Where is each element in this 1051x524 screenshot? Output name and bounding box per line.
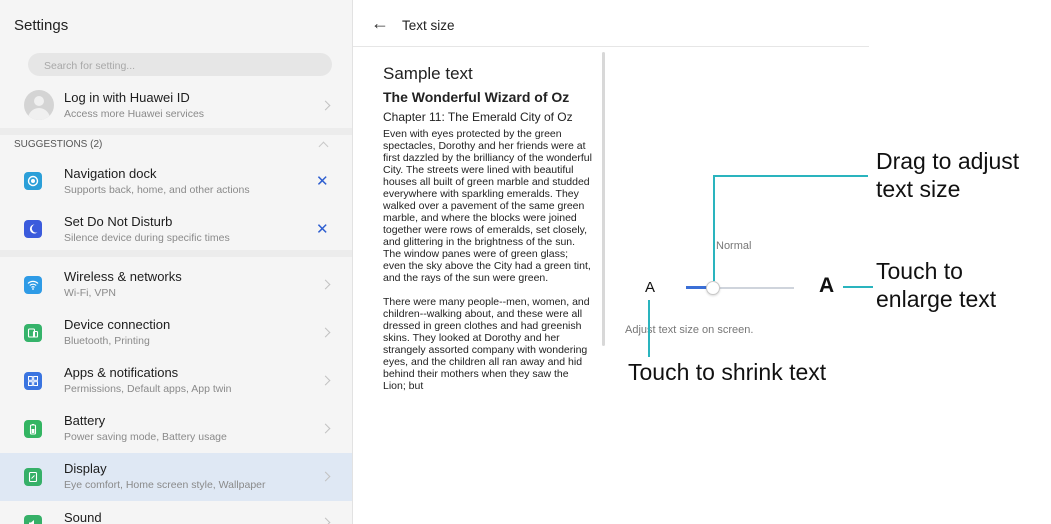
sample-chapter-title: Chapter 11: The Emerald City of Oz: [383, 110, 573, 124]
sample-text-label: Sample text: [383, 64, 473, 83]
settings-item-title: Display: [64, 461, 107, 476]
chevron-right-icon: [320, 279, 331, 290]
search-input[interactable]: [42, 53, 326, 78]
chevron-right-icon: [320, 327, 331, 338]
settings-item-device-connection[interactable]: Device connection Bluetooth, Printing: [0, 310, 352, 356]
divider: [0, 128, 352, 135]
shrink-text-button[interactable]: A: [645, 279, 655, 296]
sample-text-preview: Sample text The Wonderful Wizard of Oz C…: [383, 64, 593, 404]
settings-item-battery[interactable]: Battery Power saving mode, Battery usage: [0, 406, 352, 452]
navigation-dock-icon: [24, 172, 42, 190]
avatar: [24, 90, 54, 120]
sample-paragraph: There were many people--men, women, and …: [383, 296, 590, 392]
settings-item-title: Wireless & networks: [64, 269, 182, 284]
callout-line: [648, 300, 650, 357]
settings-pane: Settings Log in with Huawei ID Access mo…: [0, 0, 352, 524]
callout-line: [713, 175, 715, 281]
chevron-right-icon: [320, 375, 331, 386]
sample-paragraph: Even with eyes protected by the green sp…: [383, 128, 592, 284]
settings-item-subtitle: Permissions, Default apps, App twin: [64, 383, 232, 395]
suggestion-subtitle: Silence device during specific times: [64, 232, 230, 244]
account-row[interactable]: Log in with Huawei ID Access more Huawei…: [0, 84, 352, 130]
apps-icon: [24, 372, 42, 390]
sample-book-title: The Wonderful Wizard of Oz: [383, 89, 570, 105]
callout-line: [713, 175, 868, 177]
slider-thumb[interactable]: [706, 281, 720, 295]
chevron-up-icon[interactable]: [318, 141, 329, 152]
settings-item-wireless[interactable]: Wireless & networks Wi-Fi, VPN: [0, 262, 352, 308]
scrollbar[interactable]: [602, 52, 605, 346]
display-icon: [24, 468, 42, 486]
divider: [353, 46, 869, 47]
suggestion-navigation-dock[interactable]: Navigation dock Supports back, home, and…: [0, 160, 352, 204]
suggestions-header: SUGGESTIONS (2): [14, 139, 103, 150]
wifi-icon: [24, 276, 42, 294]
settings-item-apps[interactable]: Apps & notifications Permissions, Defaul…: [0, 358, 352, 404]
suggestion-do-not-disturb[interactable]: Set Do Not Disturb Silence device during…: [0, 206, 352, 250]
callout-shrink: Touch to shrink text: [628, 359, 827, 385]
enlarge-text-button[interactable]: A: [819, 274, 834, 298]
back-arrow-icon[interactable]: ←: [371, 13, 389, 34]
settings-item-subtitle: Bluetooth, Printing: [64, 335, 150, 347]
size-hint: Adjust text size on screen.: [625, 324, 754, 336]
callout-drag: Drag to adjust text size: [876, 148, 1020, 202]
settings-item-subtitle: Wi-Fi, VPN: [64, 287, 116, 299]
settings-item-title: Apps & notifications: [64, 365, 179, 380]
sound-icon: [24, 515, 42, 524]
suggestion-title: Navigation dock: [64, 166, 157, 181]
account-title: Log in with Huawei ID: [64, 90, 190, 105]
settings-item-subtitle: Eye comfort, Home screen style, Wallpape…: [64, 479, 266, 491]
settings-title: Settings: [14, 17, 69, 34]
search-box[interactable]: [28, 53, 332, 78]
chevron-right-icon: [320, 471, 331, 482]
settings-item-display[interactable]: Display Eye comfort, Home screen style, …: [0, 453, 352, 501]
battery-icon: [24, 420, 42, 438]
dismiss-icon[interactable]: ✕: [316, 220, 329, 238]
chevron-right-icon: [320, 100, 331, 111]
moon-icon: [24, 220, 42, 238]
settings-item-title: Device connection: [64, 317, 171, 332]
chevron-right-icon: [320, 423, 331, 434]
callout-enlarge: Touch to enlarge text: [876, 258, 997, 312]
callout-line: [843, 286, 873, 288]
settings-item-title: Sound: [64, 510, 102, 524]
settings-item-subtitle: Power saving mode, Battery usage: [64, 431, 227, 443]
account-subtitle: Access more Huawei services: [64, 108, 205, 120]
chevron-right-icon: [320, 517, 331, 524]
size-level-label: Normal: [716, 240, 752, 252]
settings-item-title: Battery: [64, 413, 106, 428]
settings-item-sound[interactable]: Sound: [0, 503, 352, 524]
text-size-pane: ← Text size Sample text The Wonderful Wi…: [352, 0, 869, 524]
suggestion-subtitle: Supports back, home, and other actions: [64, 184, 250, 196]
page-title: Text size: [402, 18, 455, 33]
suggestion-title: Set Do Not Disturb: [64, 214, 173, 229]
device-connection-icon: [24, 324, 42, 342]
dismiss-icon[interactable]: ✕: [316, 172, 329, 190]
divider: [0, 250, 352, 257]
